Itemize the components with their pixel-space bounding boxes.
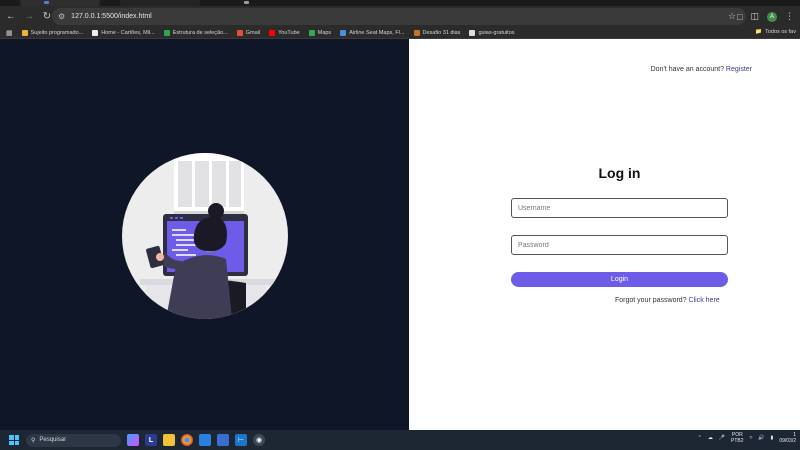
forgot-password-link[interactable]: Click here: [689, 297, 720, 304]
bookmark-label: guias-gratuitos: [478, 29, 515, 36]
page-content: Don't have an account? Register Log in L…: [0, 39, 800, 430]
bookmark-label: Desafio 31 dias: [422, 29, 461, 36]
site-info-icon[interactable]: ⚙: [58, 12, 65, 21]
bookmark-item[interactable]: Gmail: [236, 29, 261, 36]
youtube-icon: [269, 29, 276, 36]
system-tray: ⌃ ☁ 🎤 POR PTB2 ≈ 🔊 ▮ 1 09/03/2: [698, 432, 796, 444]
forgot-text: Forgot your password?: [615, 297, 687, 304]
password-field[interactable]: [511, 235, 728, 255]
extensions-icon[interactable]: □: [737, 12, 742, 22]
weather-icon[interactable]: ☁: [708, 435, 713, 441]
bookmark-label: Home - Cartões, Mil...: [101, 29, 155, 36]
wifi-icon[interactable]: ≈: [750, 435, 753, 441]
username-field[interactable]: [511, 198, 728, 218]
bookmark-favicon: [21, 29, 28, 36]
bookmark-item[interactable]: Desafio 31 dias: [413, 29, 461, 36]
bookmark-favicon: [163, 29, 170, 36]
gmail-icon: [236, 29, 243, 36]
all-bookmarks-label: Todos os fav: [765, 29, 796, 35]
apps-grid-icon[interactable]: ▦: [6, 29, 13, 37]
bookmark-item[interactable]: Sujeito programado...: [21, 29, 84, 36]
bookmark-label: Airline Seat Maps, Fl...: [349, 29, 405, 36]
bookmark-label: YouTube: [278, 29, 300, 36]
bookmark-item[interactable]: YouTube: [269, 29, 300, 36]
bookmark-star-icon[interactable]: ☆: [728, 11, 736, 22]
windows-start-icon[interactable]: [9, 435, 19, 445]
maps-icon: [308, 29, 315, 36]
store-icon[interactable]: [199, 434, 211, 446]
folder-icon: 📁: [755, 29, 763, 35]
forward-arrow-icon[interactable]: →: [22, 10, 36, 24]
bookmark-label: Sujeito programado...: [30, 29, 84, 36]
search-icon: ⚲: [31, 437, 36, 444]
bookmarks-bar: ▦ Sujeito programado... Home - Cartões, …: [0, 27, 800, 39]
app-settings-icon[interactable]: ◉: [253, 434, 265, 446]
toolbar-actions: □ ◫ A ⋮: [737, 6, 800, 27]
taskbar: ⚲ Pesquisar L ⊢ ◉ ⌃ ☁ 🎤 POR PTB2 ≈ 🔊 ▮ 1…: [0, 430, 800, 450]
profile-avatar[interactable]: A: [767, 11, 777, 22]
login-panel: Don't have an account? Register Log in L…: [409, 39, 800, 430]
battery-icon[interactable]: ▮: [771, 435, 774, 441]
url-text: 127.0.0.1:5500/index.html: [71, 13, 152, 20]
bookmark-favicon: [340, 29, 347, 36]
developer-at-computer-image: [140, 153, 276, 319]
file-explorer-icon[interactable]: [163, 434, 175, 446]
clock[interactable]: 1 09/03/2: [779, 432, 796, 444]
show-hidden-icons-icon[interactable]: ⌃: [698, 435, 702, 441]
app-icon[interactable]: [217, 434, 229, 446]
search-label: Pesquisar: [39, 437, 67, 443]
tab-favicon: [244, 1, 249, 4]
back-arrow-icon[interactable]: ←: [4, 10, 18, 24]
bookmark-item[interactable]: Airline Seat Maps, Fl...: [340, 29, 405, 36]
bookmark-favicon: [469, 29, 476, 36]
browser-toolbar: ← → ↻ ⚙ 127.0.0.1:5500/index.html ☆ □ ◫ …: [0, 6, 800, 27]
register-prompt: Don't have an account? Register: [651, 66, 752, 73]
language-indicator[interactable]: POR PTB2: [731, 432, 744, 444]
developer-illustration: [122, 153, 288, 319]
tab-favicon: [44, 1, 49, 4]
no-account-text: Don't have an account?: [650, 66, 724, 73]
login-button[interactable]: Login: [511, 272, 728, 287]
bookmark-favicon: [413, 29, 420, 36]
keyboard-layout: PTB2: [731, 438, 744, 444]
vscode-icon[interactable]: ⊢: [235, 434, 247, 446]
bookmark-item[interactable]: guias-gratuitos: [469, 29, 515, 36]
copilot-icon[interactable]: [127, 434, 139, 446]
forgot-password: Forgot your password? Click here: [615, 297, 720, 304]
taskbar-search[interactable]: ⚲ Pesquisar: [26, 433, 121, 447]
teams-icon[interactable]: L: [145, 434, 157, 446]
volume-icon[interactable]: 🔊: [758, 435, 764, 441]
bookmark-label: Maps: [317, 29, 332, 36]
all-bookmarks[interactable]: 📁 Todos os fav: [755, 29, 796, 35]
bookmark-label: Estrutura de seleção...: [172, 29, 228, 36]
sidepanel-icon[interactable]: ◫: [750, 11, 759, 22]
illustration-panel: [0, 39, 409, 430]
bookmark-item[interactable]: Maps: [308, 29, 332, 36]
page-title: Log in: [598, 165, 641, 181]
bookmark-label: Gmail: [245, 29, 261, 36]
chrome-icon[interactable]: [181, 434, 193, 446]
menu-icon[interactable]: ⋮: [785, 11, 794, 22]
clock-date: 09/03/2: [779, 438, 796, 444]
address-bar[interactable]: ⚙ 127.0.0.1:5500/index.html ☆: [52, 8, 746, 25]
bookmark-item[interactable]: Home - Cartões, Mil...: [92, 29, 155, 36]
bookmark-item[interactable]: Estrutura de seleção...: [163, 29, 228, 36]
bookmark-favicon: [92, 29, 99, 36]
microphone-icon[interactable]: 🎤: [719, 435, 725, 441]
register-link[interactable]: Register: [726, 66, 752, 73]
